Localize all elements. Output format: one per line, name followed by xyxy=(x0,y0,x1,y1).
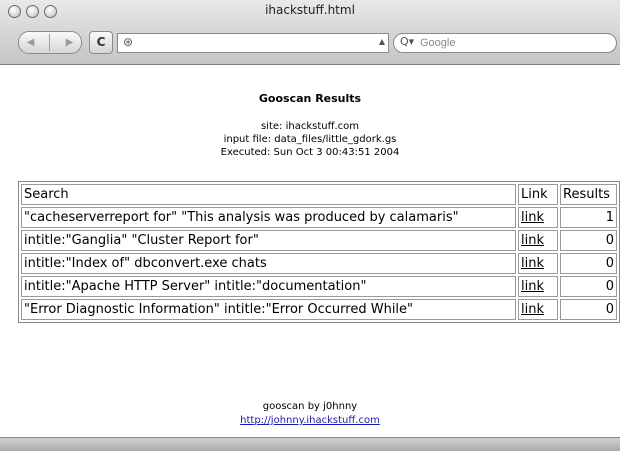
column-header-link: Link xyxy=(518,184,558,205)
table-row: intitle:"Index of" dbconvert.exe chats l… xyxy=(21,253,617,274)
search-bar[interactable]: Q▾ xyxy=(393,33,617,53)
column-header-results: Results xyxy=(560,184,617,205)
search-cell: intitle:"Index of" dbconvert.exe chats xyxy=(21,253,516,274)
site-line: site: ihackstuff.com xyxy=(260,121,360,132)
input-file-line: input file: data_files/little_gdork.gs xyxy=(223,134,397,145)
search-cell: "cacheserverreport for" "This analysis w… xyxy=(21,207,516,228)
result-link[interactable]: link xyxy=(521,233,544,248)
page-title: Gooscan Results xyxy=(258,92,362,105)
reload-icon: C xyxy=(96,35,106,49)
link-cell: link xyxy=(518,276,558,297)
toolbar: ◀ ▶ C ⊛ ▲ Q▾ xyxy=(0,28,620,56)
footer-link[interactable]: http://johnny.ihackstuff.com xyxy=(240,415,380,426)
table-row: intitle:"Ganglia" "Cluster Report for" l… xyxy=(21,230,617,251)
search-cell: intitle:"Ganglia" "Cluster Report for" xyxy=(21,230,516,251)
browser-window: ihackstuff.html ◀ ▶ C ⊛ ▲ Q▾ Google Goos… xyxy=(0,0,620,451)
site-icon: ⊛ xyxy=(123,35,134,49)
back-arrow-icon: ◀ xyxy=(26,37,35,48)
search-input[interactable] xyxy=(420,35,605,50)
title-bar: ihackstuff.html ◀ ▶ C ⊛ ▲ Q▾ xyxy=(0,0,620,65)
link-cell: link xyxy=(518,207,558,228)
results-cell: 0 xyxy=(560,230,617,251)
page-content: Gooscan Results site: ihackstuff.com inp… xyxy=(0,65,620,437)
link-cell: link xyxy=(518,230,558,251)
link-cell: link xyxy=(518,299,558,320)
nav-separator xyxy=(49,34,51,51)
page-footer: gooscan by j0hnny http://johnny.ihackstu… xyxy=(0,400,620,428)
link-cell: link xyxy=(518,253,558,274)
search-cell: "Error Diagnostic Information" intitle:"… xyxy=(21,299,516,320)
window-title: ihackstuff.html xyxy=(265,3,355,17)
result-link[interactable]: link xyxy=(521,302,544,317)
result-link[interactable]: link xyxy=(521,210,544,225)
executed-line: Executed: Sun Oct 3 00:43:51 2004 xyxy=(220,147,400,158)
url-input[interactable] xyxy=(142,34,362,52)
results-cell: 0 xyxy=(560,253,617,274)
search-cell: intitle:"Apache HTTP Server" intitle:"do… xyxy=(21,276,516,297)
status-bar xyxy=(0,437,620,451)
url-dropdown-icon[interactable]: ▲ xyxy=(379,37,385,46)
result-link[interactable]: link xyxy=(521,256,544,271)
back-button[interactable]: ◀ xyxy=(27,37,35,48)
result-link[interactable]: link xyxy=(521,279,544,294)
results-cell: 0 xyxy=(560,276,617,297)
table-row: intitle:"Apache HTTP Server" intitle:"do… xyxy=(21,276,617,297)
search-icon[interactable]: Q▾ xyxy=(400,35,414,48)
table-header-row: Search Link Results xyxy=(21,184,617,205)
scan-metadata: site: ihackstuff.com input file: data_fi… xyxy=(0,120,620,159)
results-cell: 0 xyxy=(560,299,617,320)
column-header-search: Search xyxy=(21,184,516,205)
table-row: "cacheserverreport for" "This analysis w… xyxy=(21,207,617,228)
table-row: "Error Diagnostic Information" intitle:"… xyxy=(21,299,617,320)
nav-buttons: ◀ ▶ xyxy=(18,31,82,54)
address-bar[interactable]: ⊛ ▲ xyxy=(117,33,389,53)
footer-credit: gooscan by j0hnny xyxy=(262,401,358,412)
forward-arrow-icon: ▶ xyxy=(65,37,74,48)
forward-button[interactable]: ▶ xyxy=(66,37,74,48)
results-cell: 1 xyxy=(560,207,617,228)
reload-button[interactable]: C xyxy=(89,31,113,54)
results-table: Search Link Results "cacheserverreport f… xyxy=(18,181,620,323)
